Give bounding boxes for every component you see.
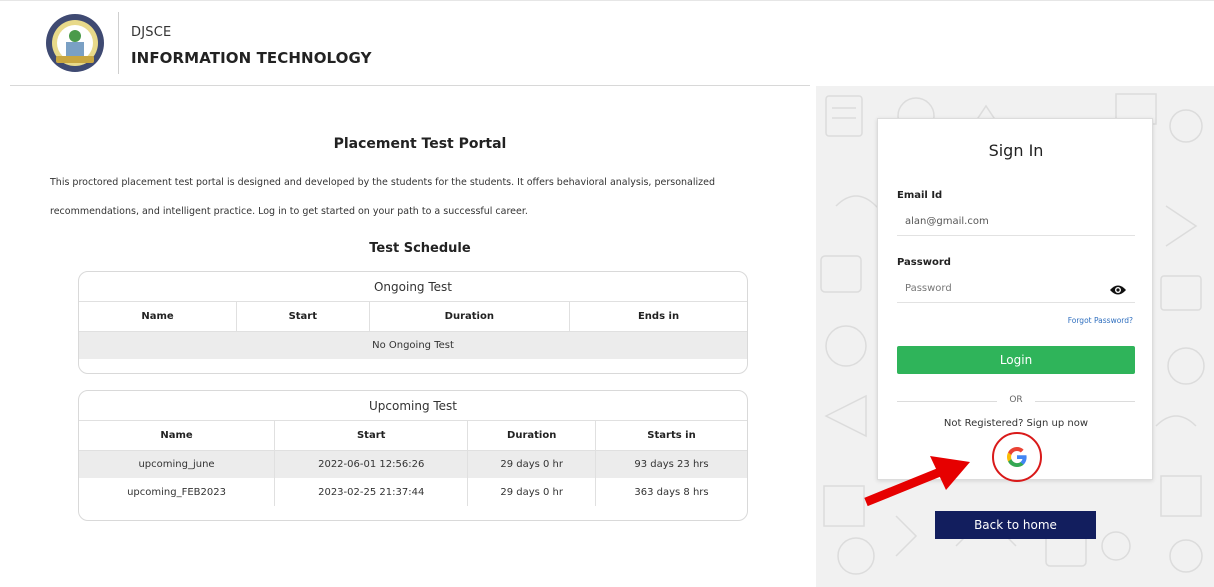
test-starts-in: 93 days 23 hrs <box>595 450 747 478</box>
column-header: Starts in <box>595 421 747 451</box>
column-header: Start <box>274 421 469 451</box>
red-arrow-annotation <box>864 456 970 507</box>
password-label: Password <box>897 257 951 268</box>
ongoing-test-table: Name Start Duration Ends in No Ongoing T… <box>79 302 747 359</box>
schedule-heading: Test Schedule <box>369 241 471 256</box>
column-header: Duration <box>369 302 571 332</box>
site-header: DJSCE INFORMATION TECHNOLOGY <box>0 12 1214 84</box>
test-start: 2022-06-01 12:56:26 <box>274 450 469 478</box>
signup-link[interactable]: Not Registered? Sign up now <box>878 418 1154 429</box>
forgot-password-link[interactable]: Forgot Password? <box>1068 316 1133 325</box>
test-duration: 29 days 0 hr <box>467 450 596 478</box>
header-divider <box>10 85 810 86</box>
upcoming-test-table: Name Start Duration Starts in upcoming_j… <box>79 421 747 506</box>
login-button[interactable]: Login <box>897 346 1135 374</box>
test-starts-in: 363 days 8 hrs <box>634 486 709 498</box>
signin-card: Sign In Email Id Password Forgot Passwor… <box>877 118 1153 480</box>
college-logo <box>46 14 104 72</box>
column-header: Ends in <box>569 302 747 332</box>
or-divider: OR <box>897 395 1135 407</box>
email-label: Email Id <box>897 190 943 201</box>
google-icon[interactable] <box>1005 445 1029 469</box>
column-header: Start <box>236 302 370 332</box>
test-start: 2023-02-25 21:37:44 <box>274 478 469 506</box>
upcoming-test-card: Upcoming Test Name Start Duration Starts… <box>78 390 748 521</box>
column-header: Duration <box>467 421 596 451</box>
password-field[interactable] <box>897 275 1135 303</box>
intro-text: This proctored placement test portal is … <box>50 177 715 217</box>
test-name: upcoming_june <box>79 450 276 478</box>
table-row: upcoming_FEB2023 2023-02-25 21:37:44 29 … <box>79 478 747 506</box>
ongoing-test-card: Ongoing Test Name Start Duration Ends in… <box>78 271 748 374</box>
test-name: upcoming_FEB2023 <box>79 478 276 506</box>
back-to-home-button[interactable]: Back to home <box>935 511 1096 539</box>
empty-state-text: No Ongoing Test <box>79 331 747 359</box>
column-header: Name <box>79 421 276 451</box>
upcoming-test-title: Upcoming Test <box>79 391 747 421</box>
brand-divider <box>118 12 119 74</box>
test-duration: 29 days 0 hr <box>467 478 596 506</box>
department-name: INFORMATION TECHNOLOGY <box>131 49 372 67</box>
table-row: upcoming_june 2022-06-01 12:56:26 29 day… <box>79 450 747 478</box>
signin-title: Sign In <box>988 141 1044 160</box>
column-header: Name <box>79 302 238 332</box>
eye-icon[interactable] <box>1109 283 1127 297</box>
or-text: OR <box>1009 395 1023 405</box>
page-title: Placement Test Portal <box>333 136 507 152</box>
brand-short-name: DJSCE <box>131 25 172 40</box>
top-border <box>0 0 1214 1</box>
ongoing-test-title: Ongoing Test <box>79 272 747 302</box>
email-field[interactable] <box>897 208 1135 236</box>
